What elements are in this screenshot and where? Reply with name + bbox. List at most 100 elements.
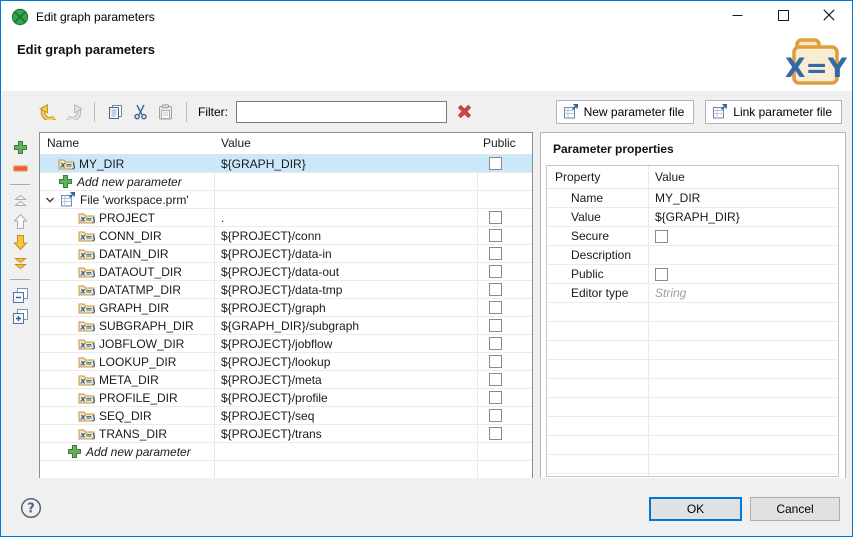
- param-row-DATATMP_DIR[interactable]: x=y DATATMP_DIR ${PROJECT}/data-tmp: [40, 281, 532, 299]
- param-row-TRANS_DIR[interactable]: x=y TRANS_DIR ${PROJECT}/trans: [40, 425, 532, 443]
- column-header-value: Value: [655, 170, 685, 184]
- add-parameter-button[interactable]: [8, 137, 32, 158]
- name-cell: x=y SUBGRAPH_DIR: [40, 317, 214, 334]
- public-checkbox[interactable]: [489, 427, 502, 440]
- public-checkbox[interactable]: [489, 337, 502, 350]
- public-cell: [477, 371, 532, 388]
- value-cell: [214, 191, 477, 208]
- help-button[interactable]: ?: [20, 497, 42, 519]
- move-to-bottom-button[interactable]: [8, 253, 32, 274]
- expand-all-button[interactable]: [8, 306, 32, 327]
- param-row-PROFILE_DIR[interactable]: x=y PROFILE_DIR ${PROJECT}/profile: [40, 389, 532, 407]
- property-row-description[interactable]: Description: [547, 246, 838, 265]
- clear-filter-button[interactable]: [453, 101, 475, 123]
- public-checkbox[interactable]: [489, 301, 502, 314]
- param-row-META_DIR[interactable]: x=y META_DIR ${PROJECT}/meta: [40, 371, 532, 389]
- svg-text:x=y: x=y: [79, 269, 95, 278]
- column-header-name[interactable]: Name: [40, 133, 214, 154]
- copy-button[interactable]: [104, 100, 127, 123]
- add-new-parameter-row[interactable]: Add new parameter: [40, 173, 532, 191]
- parameters-table: Name Value Public x=y MY_DIR ${GRAPH_DIR} A…: [39, 132, 533, 479]
- properties-table: Property Value Name MY_DIR Value ${GRAPH_DI…: [546, 165, 839, 477]
- param-row-SEQ_DIR[interactable]: x=y SEQ_DIR ${PROJECT}/seq: [40, 407, 532, 425]
- name-cell: x=y DATATMP_DIR: [40, 281, 214, 298]
- filter-input[interactable]: [236, 100, 447, 123]
- name-cell: Add new parameter: [40, 173, 214, 190]
- minimize-button[interactable]: [714, 1, 760, 32]
- redo-button: [62, 100, 85, 123]
- column-header-property: Property: [555, 170, 601, 184]
- add-new-parameter-row[interactable]: Add new parameter: [40, 443, 532, 461]
- property-rows: Name MY_DIR Value ${GRAPH_DIR} Secure Descrip…: [547, 189, 838, 474]
- param-row-SUBGRAPH_DIR[interactable]: x=y SUBGRAPH_DIR ${GRAPH_DIR}/subgraph: [40, 317, 532, 335]
- name-cell: x=y META_DIR: [40, 371, 214, 388]
- double-chevron-up-icon: [13, 193, 28, 208]
- link-parameter-file-button[interactable]: Link parameter file: [705, 99, 842, 124]
- maximize-button[interactable]: [760, 1, 806, 32]
- param-row-JOBFLOW_DIR[interactable]: x=y JOBFLOW_DIR ${PROJECT}/jobflow: [40, 335, 532, 353]
- param-row-PROJECT[interactable]: x=y PROJECT.: [40, 209, 532, 227]
- param-row-MY_DIR[interactable]: x=y MY_DIR ${GRAPH_DIR}: [40, 155, 532, 173]
- parameter-file-icon: [712, 104, 728, 119]
- parameter-name: DATATMP_DIR: [99, 282, 182, 297]
- parameter-file-row[interactable]: File 'workspace.prm': [40, 191, 532, 209]
- move-down-button[interactable]: [8, 232, 32, 253]
- param-row-LOOKUP_DIR[interactable]: x=y LOOKUP_DIR ${PROJECT}/lookup: [40, 353, 532, 371]
- public-cell: [477, 245, 532, 262]
- svg-text:x=y: x=y: [79, 359, 95, 368]
- parameter-icon: x=y: [78, 355, 95, 368]
- maximize-icon: [777, 9, 789, 24]
- cancel-button[interactable]: Cancel: [750, 497, 840, 521]
- public-checkbox[interactable]: [489, 211, 502, 224]
- param-row-DATAIN_DIR[interactable]: x=y DATAIN_DIR ${PROJECT}/data-in: [40, 245, 532, 263]
- column-header-public[interactable]: Public: [477, 133, 532, 154]
- parameter-value: ${PROJECT}/conn: [221, 228, 322, 243]
- parameters-table-header: Name Value Public: [40, 133, 532, 155]
- value-cell: ${GRAPH_DIR}/subgraph: [214, 317, 477, 334]
- cut-button[interactable]: [129, 100, 152, 123]
- parameter-value: ${GRAPH_DIR}: [221, 156, 306, 171]
- close-button[interactable]: [806, 1, 852, 32]
- move-to-top-button: [8, 190, 32, 211]
- svg-text:x=y: x=y: [79, 215, 95, 224]
- edit-graph-parameters-dialog: Edit graph parameters Edit graph paramet…: [0, 0, 853, 537]
- public-checkbox[interactable]: [489, 265, 502, 278]
- property-row-public[interactable]: Public: [547, 265, 838, 284]
- param-row-GRAPH_DIR[interactable]: x=y GRAPH_DIR ${PROJECT}/graph: [40, 299, 532, 317]
- property-row-name[interactable]: Name MY_DIR: [547, 189, 838, 208]
- column-header-value[interactable]: Value: [214, 133, 477, 154]
- value-cell: ${PROJECT}/data-tmp: [214, 281, 477, 298]
- value-cell: ${PROJECT}/meta: [214, 371, 477, 388]
- undo-button[interactable]: [37, 100, 60, 123]
- param-row-DATAOUT_DIR[interactable]: x=y DATAOUT_DIR ${PROJECT}/data-out: [40, 263, 532, 281]
- ok-button[interactable]: OK: [649, 497, 742, 521]
- svg-text:x=y: x=y: [79, 305, 95, 314]
- public-checkbox[interactable]: [489, 355, 502, 368]
- public-checkbox[interactable]: [489, 319, 502, 332]
- public-checkbox[interactable]: [489, 247, 502, 260]
- new-parameter-file-button[interactable]: New parameter file: [555, 99, 695, 124]
- public-checkbox[interactable]: [489, 283, 502, 296]
- name-cell: x=y MY_DIR: [40, 155, 214, 172]
- parameter-value: .: [221, 210, 225, 225]
- property-label: Public: [571, 267, 604, 281]
- collapse-all-button[interactable]: [8, 285, 32, 306]
- property-row-secure[interactable]: Secure: [547, 227, 838, 246]
- public-checkbox[interactable]: [489, 409, 502, 422]
- property-row-value[interactable]: Value ${GRAPH_DIR}: [547, 208, 838, 227]
- property-row-editor-type[interactable]: Editor type String: [547, 284, 838, 303]
- parameter-name: GRAPH_DIR: [99, 300, 170, 315]
- title-bar: Edit graph parameters: [1, 1, 852, 32]
- public-checkbox[interactable]: [655, 267, 668, 281]
- secure-checkbox[interactable]: [655, 229, 668, 243]
- empty-property-row: [547, 322, 838, 341]
- public-checkbox[interactable]: [489, 373, 502, 386]
- remove-parameter-button[interactable]: [8, 158, 32, 179]
- param-row-CONN_DIR[interactable]: x=y CONN_DIR ${PROJECT}/conn: [40, 227, 532, 245]
- public-checkbox[interactable]: [489, 157, 502, 170]
- property-value: ${GRAPH_DIR}: [648, 210, 838, 224]
- chevron-down-icon[interactable]: [44, 195, 56, 205]
- empty-property-row: [547, 379, 838, 398]
- public-checkbox[interactable]: [489, 229, 502, 242]
- public-checkbox[interactable]: [489, 391, 502, 404]
